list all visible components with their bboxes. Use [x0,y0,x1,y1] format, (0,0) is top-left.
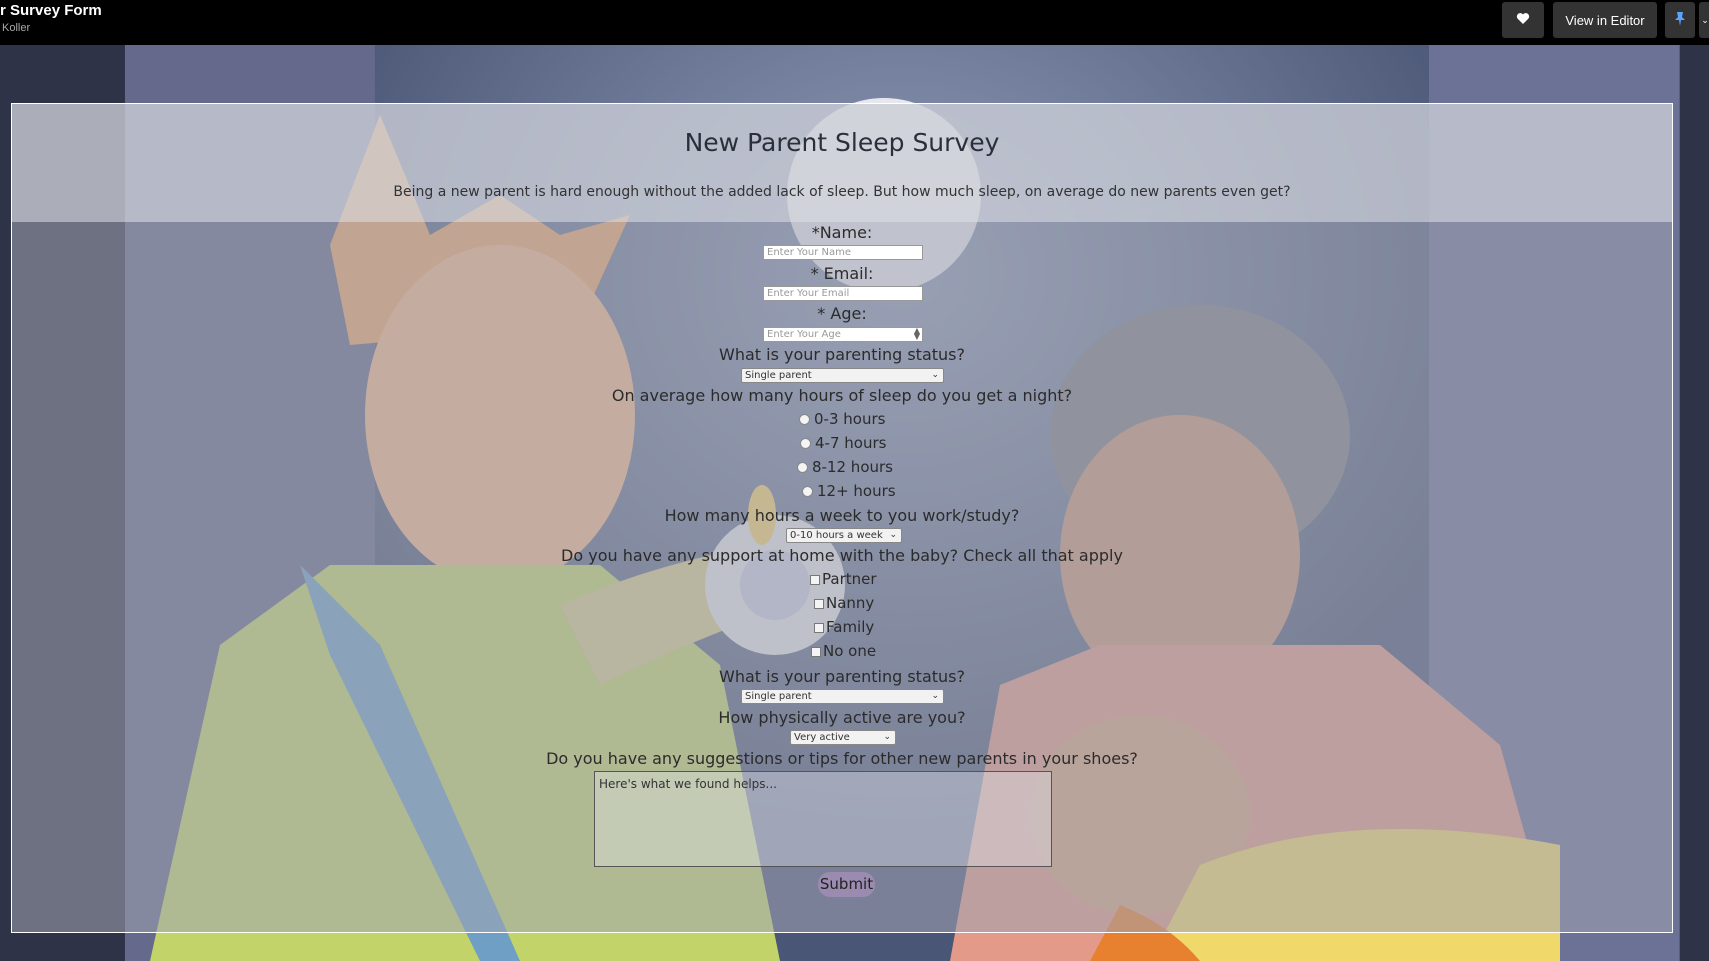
support-option-nanny[interactable]: Nanny [814,594,874,612]
work-hours-label: How many hours a week to you work/study? [664,506,1020,525]
support-option-partner[interactable]: Partner [810,570,877,588]
checkbox[interactable] [810,574,820,585]
age-label: * Age: [817,304,867,323]
more-menu-button[interactable]: ⌄ [1699,2,1709,38]
support-option-label: No one [823,642,877,660]
parenting-status-label-2: What is your parenting status? [719,667,965,686]
pin-icon [1674,11,1686,30]
checkbox[interactable] [814,598,824,609]
name-label: *Name: [811,223,873,242]
view-in-editor-button[interactable]: View in Editor [1553,2,1657,38]
page-title: New Parent Sleep Survey [684,128,1000,157]
survey-header: New Parent Sleep Survey Being a new pare… [12,104,1672,222]
survey-description: Being a new parent is hard enough withou… [393,184,1291,200]
sleep-option-label: 8-12 hours [812,458,893,476]
radio-button[interactable] [800,438,811,449]
chevron-down-icon: ⌄ [931,370,939,380]
sleep-option-label: 0-3 hours [814,410,886,428]
checkbox[interactable] [814,622,824,633]
like-button[interactable] [1502,2,1544,38]
sleep-option-4-7[interactable]: 4-7 hours [800,434,886,452]
support-option-label: Nanny [826,594,875,612]
activity-label: How physically active are you? [718,708,966,727]
work-hours-select[interactable]: 0-10 hours a week ⌄ [786,528,902,543]
support-option-label: Partner [822,570,877,588]
submit-button[interactable]: Submit [818,872,875,897]
parenting-status-value: Single parent [745,370,812,381]
checkbox[interactable] [811,646,821,657]
work-hours-value: 0-10 hours a week [790,530,883,541]
support-label: Do you have any support at home with the… [561,546,1123,565]
sleep-option-12plus[interactable]: 12+ hours [802,482,896,500]
top-bar: r Survey Form Koller View in Editor ⌄ [0,0,1709,45]
chevron-down-icon: ⌄ [889,530,897,540]
parenting-status-select[interactable]: Single parent ⌄ [741,368,944,383]
author-name: Koller [2,22,31,34]
email-input[interactable]: Enter Your Email [763,286,923,301]
sleep-option-label: 4-7 hours [815,434,887,452]
survey-form: New Parent Sleep Survey Being a new pare… [11,103,1673,933]
radio-button[interactable] [802,486,813,497]
support-option-label: Family [826,618,875,636]
parenting-status-value-2: Single parent [745,691,812,702]
age-input[interactable]: Enter Your Age ▲ ▼ [763,327,923,342]
activity-value: Very active [794,732,850,743]
sleep-option-8-12[interactable]: 8-12 hours [797,458,893,476]
sleep-hours-label: On average how many hours of sleep do yo… [611,386,1073,405]
chevron-down-icon: ⌄ [931,691,939,701]
number-spinner-icon[interactable]: ▲ ▼ [914,327,920,341]
parenting-status-select-2[interactable]: Single parent ⌄ [741,689,944,704]
email-label: * Email: [810,264,874,283]
radio-button[interactable] [797,462,808,473]
radio-button[interactable] [799,414,810,425]
parenting-status-label: What is your parenting status? [719,345,965,364]
age-placeholder: Enter Your Age [767,329,841,340]
activity-select[interactable]: Very active ⌄ [790,730,896,745]
sleep-option-0-3[interactable]: 0-3 hours [799,410,885,428]
support-option-no-one[interactable]: No one [811,642,876,660]
name-input[interactable]: Enter Your Name [763,245,923,260]
chevron-down-icon: ⌄ [883,732,891,742]
sleep-option-label: 12+ hours [817,482,896,500]
pin-button[interactable] [1665,2,1695,38]
support-option-family[interactable]: Family [814,618,874,636]
chevron-down-icon: ⌄ [1701,14,1709,25]
app-title: r Survey Form [0,2,102,19]
suggestions-label: Do you have any suggestions or tips for … [546,749,1138,768]
suggestions-textarea[interactable]: Here's what we found helps... [594,771,1052,867]
heart-icon [1516,12,1530,28]
